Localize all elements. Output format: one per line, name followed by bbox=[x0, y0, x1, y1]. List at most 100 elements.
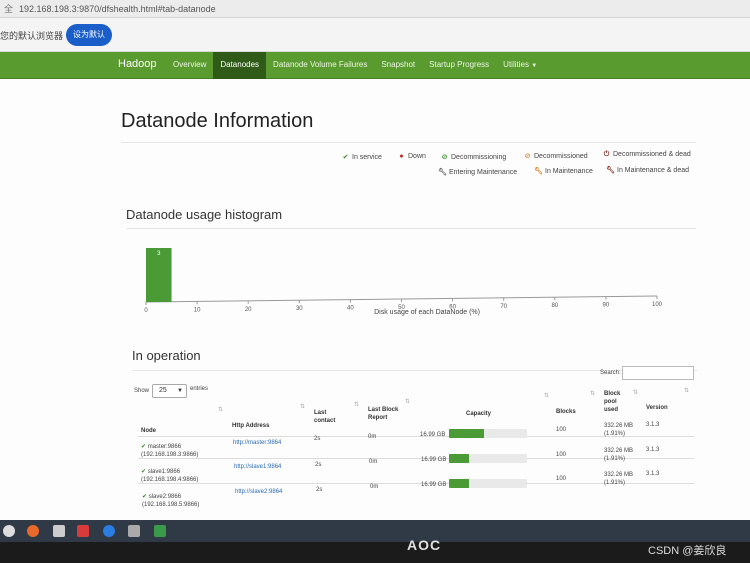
sort-icon[interactable]: ⇅ bbox=[300, 403, 305, 410]
show-label: Show bbox=[134, 388, 150, 394]
col-last-contact[interactable]: Last contact bbox=[314, 409, 335, 425]
node-ip: (192.168.198.5:9866) bbox=[142, 502, 200, 508]
legend-label: Entering Maintenance bbox=[449, 169, 518, 176]
col-label: pool bbox=[604, 399, 617, 405]
capacity-bar-fill bbox=[449, 454, 469, 463]
http-link[interactable]: http://slave1:9864 bbox=[234, 463, 281, 471]
legend-decommissioning: ⊘ Decommissioning bbox=[440, 153, 507, 161]
block-pool-used: 332.26 MB (1.91%) bbox=[604, 422, 633, 438]
legend-label: Decommissioning bbox=[451, 154, 507, 161]
wrench-icon: 🔧︎ bbox=[534, 168, 543, 175]
pool-value: 332.26 MB bbox=[604, 472, 634, 478]
x-tick-label: 0 bbox=[144, 308, 148, 314]
col-version[interactable]: Version bbox=[646, 404, 668, 412]
last-block-report: 0m bbox=[369, 459, 378, 465]
sort-icon[interactable]: ⇅ bbox=[218, 406, 223, 413]
edge-icon[interactable] bbox=[103, 525, 115, 537]
sort-icon[interactable]: ⇅ bbox=[684, 387, 689, 394]
x-tick-label: 90 bbox=[603, 303, 610, 309]
x-tick-label: 20 bbox=[245, 307, 252, 313]
check-icon: ✔ bbox=[141, 469, 147, 475]
entries-select[interactable]: 25 ▼ bbox=[152, 384, 187, 398]
check-icon: ✔ bbox=[342, 154, 349, 161]
divider bbox=[121, 142, 696, 143]
ban-icon: ⊘ bbox=[441, 154, 448, 161]
capacity-bar-fill bbox=[449, 429, 485, 438]
col-block-pool-used[interactable]: Block pool used bbox=[604, 390, 620, 414]
alert-circle-icon: ● bbox=[399, 153, 404, 160]
blocks-count: 100 bbox=[556, 476, 567, 482]
utilities-label: Utilities bbox=[503, 60, 529, 69]
x-tick-label: 40 bbox=[347, 306, 354, 312]
capacity-bar-fill bbox=[449, 479, 469, 488]
sort-icon[interactable]: ⇅ bbox=[405, 398, 410, 405]
tab-startup-progress[interactable]: Startup Progress bbox=[422, 52, 496, 79]
tab-snapshot[interactable]: Snapshot bbox=[374, 52, 422, 79]
histogram-heading: Datanode usage histogram bbox=[126, 207, 283, 222]
sort-icon[interactable]: ⇅ bbox=[354, 401, 359, 408]
check-icon: ✔ bbox=[141, 444, 147, 450]
last-contact: 2s bbox=[315, 462, 322, 468]
address-bar[interactable]: 全 192.168.198.3:9870/dfshealth.html#tab-d… bbox=[0, 0, 750, 18]
capacity-bar bbox=[449, 454, 527, 463]
legend-label: In Maintenance bbox=[545, 168, 593, 175]
power-icon: ⏻ bbox=[603, 151, 610, 158]
brand[interactable]: Hadoop bbox=[118, 52, 157, 79]
legend-in-maintenance-dead: 🔧︎ In Maintenance & dead bbox=[606, 166, 689, 174]
legend-label: Down bbox=[408, 153, 426, 160]
http-link[interactable]: http://slave2:9864 bbox=[235, 488, 282, 496]
vm-icon[interactable] bbox=[154, 525, 166, 537]
col-label: Last Block bbox=[368, 407, 399, 413]
col-label: Block bbox=[604, 391, 621, 397]
tab-datanodes[interactable]: Datanodes bbox=[213, 52, 267, 79]
legend-label: Decommissioned & dead bbox=[613, 151, 691, 158]
capacity-text: 16.99 GB bbox=[421, 482, 447, 488]
col-blocks[interactable]: Blocks bbox=[556, 408, 576, 416]
tab-volume-failures[interactable]: Datanode Volume Failures bbox=[266, 52, 374, 79]
window-icon[interactable] bbox=[53, 525, 65, 537]
x-tick-label: 30 bbox=[296, 306, 303, 312]
page-title: Datanode Information bbox=[121, 110, 314, 132]
col-http-address[interactable]: Http Address bbox=[232, 422, 269, 430]
tab-overview[interactable]: Overview bbox=[166, 52, 213, 79]
sort-icon[interactable]: ⇅ bbox=[590, 390, 595, 397]
col-node[interactable]: Node bbox=[141, 427, 156, 435]
block-pool-used: 332.26 MB (1.91%) bbox=[604, 447, 633, 463]
chevron-down-icon: ▼ bbox=[177, 388, 183, 394]
search-input[interactable] bbox=[622, 366, 694, 380]
last-contact: 2s bbox=[314, 436, 321, 442]
divider bbox=[126, 228, 696, 229]
col-capacity[interactable]: Capacity bbox=[466, 410, 491, 418]
legend-entering-maintenance: 🔧︎ Entering Maintenance bbox=[438, 168, 517, 176]
x-tick-label: 100 bbox=[652, 302, 663, 308]
url-text: 192.168.198.3:9870/dfshealth.html#tab-da… bbox=[19, 4, 216, 14]
caret-down-icon: ▼ bbox=[531, 63, 538, 69]
col-last-block-report[interactable]: Last Block Report bbox=[368, 406, 398, 422]
monitor-logo: AOC bbox=[407, 537, 442, 553]
version: 3.1.3 bbox=[646, 422, 660, 428]
last-block-report: 0m bbox=[370, 484, 379, 490]
legend-in-service: ✔ In service bbox=[341, 153, 382, 161]
x-tick-label: 80 bbox=[551, 303, 558, 309]
table-row-node: ✔ slave1:9866 (192.168.198.4:9866) bbox=[141, 468, 198, 484]
last-block-report: 0m bbox=[368, 434, 377, 440]
set-default-button[interactable]: 设为默认 bbox=[66, 24, 112, 46]
monitor-bezel bbox=[0, 542, 750, 563]
entries-value: 25 bbox=[159, 387, 167, 394]
sort-icon[interactable]: ⇅ bbox=[633, 389, 638, 396]
start-icon[interactable] bbox=[3, 525, 15, 537]
firefox-icon[interactable] bbox=[27, 525, 39, 537]
operation-heading: In operation bbox=[132, 348, 201, 363]
node-name: slave2:9866 bbox=[148, 494, 182, 500]
http-link[interactable]: http://master:9864 bbox=[233, 439, 281, 447]
tab-utilities[interactable]: Utilities ▼ bbox=[496, 52, 544, 79]
pool-pct: (1.91%) bbox=[604, 480, 626, 486]
watermark: CSDN @姜欣良 bbox=[648, 545, 727, 557]
capacity-text: 16.99 GB bbox=[421, 457, 447, 463]
pool-pct: (1.91%) bbox=[604, 431, 626, 437]
wps-icon[interactable] bbox=[77, 525, 89, 537]
capacity-bar bbox=[449, 479, 527, 488]
app-icon[interactable] bbox=[128, 525, 140, 537]
sort-icon[interactable]: ⇅ bbox=[544, 392, 549, 399]
blocks-count: 100 bbox=[556, 452, 567, 458]
